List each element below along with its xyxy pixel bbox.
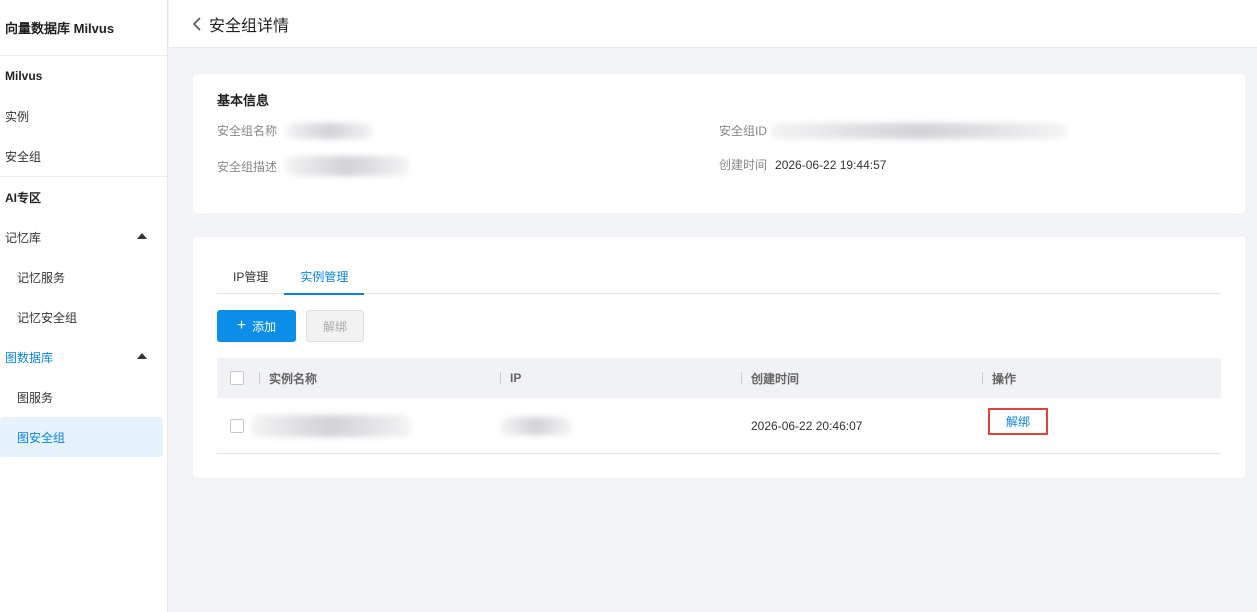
info-desc-label: 安全组描述 (217, 159, 278, 174)
sidebar-item-memory-service[interactable]: 记忆服务 (0, 257, 167, 297)
column-divider (500, 372, 501, 384)
chevron-left-icon[interactable] (191, 16, 205, 32)
caret-up-icon (137, 353, 147, 359)
add-button[interactable]: + 添加 (217, 310, 296, 342)
redacted-value (285, 156, 410, 176)
select-all-checkbox[interactable] (230, 371, 244, 385)
row-checkbox[interactable] (230, 418, 244, 433)
sidebar-item-memory-security-group[interactable]: 记忆安全组 (0, 297, 167, 337)
page-header: 安全组详情 (169, 0, 1257, 48)
unbind-link[interactable]: 解绑 (988, 408, 1048, 435)
column-header-action: 操作 (992, 371, 1017, 386)
sidebar-item-graph-service[interactable]: 图服务 (0, 377, 167, 417)
column-header-ip: IP (510, 371, 522, 385)
column-divider (741, 372, 742, 384)
info-desc-row: 安全组描述 (217, 156, 410, 176)
tab-instance-management[interactable]: 实例管理 (284, 264, 365, 295)
sidebar-item-memory-lib[interactable]: 记忆库 (0, 217, 167, 257)
instance-management-card: IP管理 实例管理 + 添加 解绑 实例名称 IP 创建时间 操作 2026-0… (193, 237, 1245, 478)
ip-cell (501, 416, 571, 435)
basic-info-card: 基本信息 安全组名称 安全组描述 安全组ID 创建时间 2026-06-22 1… (193, 74, 1245, 213)
tab-bar: IP管理 实例管理 (217, 264, 1221, 295)
sidebar-item-memory-lib-label: 记忆库 (5, 230, 42, 245)
info-name-row: 安全组名称 (217, 122, 374, 139)
sidebar-item-security-group[interactable]: 安全组 (0, 136, 167, 176)
info-created-value: 2026-06-22 19:44:57 (775, 157, 887, 172)
unbind-button[interactable]: 解绑 (306, 310, 364, 342)
redacted-value (251, 414, 411, 437)
sidebar-item-graph-security-group[interactable]: 图安全组 (0, 417, 163, 457)
instance-table: 实例名称 IP 创建时间 操作 2026-06-22 20:46:07 解绑 (217, 358, 1221, 454)
info-created-row: 创建时间 2026-06-22 19:44:57 (719, 156, 886, 173)
sidebar-group-milvus: Milvus (5, 69, 43, 83)
tab-ip-management[interactable]: IP管理 (217, 264, 284, 294)
column-header-created: 创建时间 (751, 371, 800, 386)
info-id-label: 安全组ID (719, 124, 768, 138)
plus-icon: + (236, 317, 247, 334)
sidebar-item-graph-db[interactable]: 图数据库 (0, 337, 167, 377)
add-button-label: 添加 (252, 319, 277, 334)
info-created-label: 创建时间 (719, 158, 768, 172)
sidebar-title: 向量数据库 Milvus (0, 0, 167, 56)
redacted-value (501, 416, 571, 435)
info-name-label: 安全组名称 (217, 124, 278, 138)
basic-info-title: 基本信息 (217, 93, 270, 108)
table-header: 实例名称 IP 创建时间 操作 (217, 358, 1221, 398)
sidebar-item-instances[interactable]: 实例 (0, 96, 167, 136)
created-time-cell: 2026-06-22 20:46:07 (751, 418, 863, 433)
caret-up-icon (137, 233, 147, 239)
redacted-value (771, 122, 1068, 139)
instance-name-cell (251, 414, 411, 437)
column-header-name: 实例名称 (269, 371, 318, 386)
page-title: 安全组详情 (209, 17, 290, 35)
column-divider (982, 372, 983, 384)
redacted-value (285, 122, 374, 139)
sidebar-group-ai: AI专区 (5, 190, 42, 205)
table-row: 2026-06-22 20:46:07 解绑 (217, 398, 1221, 454)
sidebar-item-graph-db-label: 图数据库 (5, 350, 54, 365)
sidebar: 向量数据库 Milvus Milvus 实例 安全组 AI专区 记忆库 记忆服务… (0, 0, 168, 612)
column-divider (259, 372, 260, 384)
info-id-row: 安全组ID (719, 122, 1068, 139)
